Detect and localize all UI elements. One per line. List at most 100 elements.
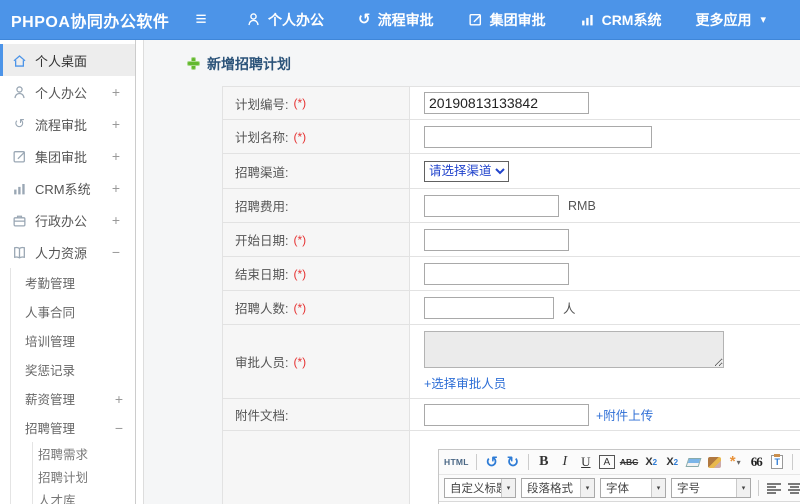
- end-date-input[interactable]: [424, 262, 569, 285]
- sidebar-item-salary[interactable]: 薪资管理 +: [11, 384, 135, 413]
- book-icon: [11, 245, 28, 260]
- chevron-down-icon[interactable]: ▾: [580, 479, 594, 497]
- field-label: 开始日期:: [235, 234, 289, 248]
- form-row-plan-name: 计划名称: (*): [223, 120, 800, 154]
- italic-button[interactable]: I: [557, 453, 573, 471]
- nav-more-apps[interactable]: 更多应用 ▾: [695, 10, 766, 30]
- nav-label: 个人办公: [268, 11, 324, 28]
- expand-plus-icon[interactable]: +: [112, 85, 120, 99]
- attachment-upload-link[interactable]: +附件上传: [596, 405, 653, 424]
- cost-unit-label: RMB: [568, 198, 596, 213]
- sidebar-item-label: CRM系统: [35, 181, 91, 197]
- sidebar-item-training[interactable]: 培训管理: [11, 326, 135, 355]
- edit-square-icon: [468, 12, 483, 27]
- sidebar-item-recruit-need[interactable]: 招聘需求: [33, 442, 135, 465]
- editor-toolbar-row2: 自定义标题 ▾ 段落格式 ▾ 字体 ▾: [439, 475, 800, 502]
- chevron-down-icon[interactable]: ▾: [501, 479, 515, 497]
- font-family-select[interactable]: 字体 ▾: [600, 478, 666, 498]
- recruit-submenu: 招聘需求 招聘计划 人才库: [32, 442, 135, 504]
- expand-plus-icon[interactable]: +: [112, 117, 120, 131]
- heading-style-select[interactable]: 自定义标题 ▾: [444, 478, 516, 498]
- start-date-input[interactable]: [424, 228, 569, 251]
- field-label: 招聘人数:: [235, 302, 289, 316]
- expand-plus-icon[interactable]: +: [112, 149, 120, 163]
- required-mark: (*): [293, 129, 307, 144]
- cost-input[interactable]: [424, 194, 559, 217]
- sidebar-item-talent-pool[interactable]: 人才库: [33, 488, 135, 504]
- expand-plus-icon[interactable]: +: [115, 392, 123, 406]
- sidebar-item-crm[interactable]: CRM系统 +: [0, 172, 135, 204]
- channel-select[interactable]: 请选择渠道: [424, 160, 509, 182]
- expand-plus-icon[interactable]: +: [112, 181, 120, 195]
- font-size-select[interactable]: 字号 ▾: [671, 478, 751, 498]
- bar-chart-icon: [580, 12, 595, 27]
- sidebar-scrollbar[interactable]: [136, 40, 144, 504]
- field-label: 结束日期:: [235, 268, 289, 282]
- required-mark: (*): [293, 232, 307, 247]
- sidebar-item-hr[interactable]: 人力资源 −: [0, 236, 135, 268]
- form-row-start-date: 开始日期: (*): [223, 223, 800, 257]
- field-label: 招聘费用:: [235, 200, 289, 214]
- nav-group-approval[interactable]: 集团审批: [468, 10, 546, 30]
- user-icon: [11, 85, 28, 100]
- eraser-icon[interactable]: [685, 453, 702, 471]
- bold-button[interactable]: B: [536, 453, 552, 471]
- align-center-icon[interactable]: [787, 479, 800, 497]
- collapse-minus-icon[interactable]: −: [112, 245, 120, 259]
- plan-no-input[interactable]: [424, 92, 589, 114]
- sidebar-item-admin-office[interactable]: 行政办公 +: [0, 204, 135, 236]
- nav-personal-office[interactable]: 个人办公: [246, 10, 324, 30]
- paragraph-format-select[interactable]: 段落格式 ▾: [521, 478, 595, 498]
- plan-name-input[interactable]: [424, 125, 652, 148]
- blockquote-button[interactable]: 66: [748, 453, 764, 471]
- sidebar-item-personal-office[interactable]: 个人办公 +: [0, 76, 135, 108]
- approver-textarea[interactable]: [424, 331, 724, 368]
- sidebar-item-recruit-mgmt[interactable]: 招聘管理 −: [11, 413, 135, 442]
- sidebar-item-rewards[interactable]: 奖惩记录: [11, 355, 135, 384]
- form-row-channel: 招聘渠道: 请选择渠道: [223, 154, 800, 189]
- select-approver-link[interactable]: +选择审批人员: [424, 373, 506, 392]
- form-row-plan-no: 计划编号: (*): [223, 87, 800, 120]
- chevron-down-icon[interactable]: ▾: [651, 479, 665, 497]
- attachment-input[interactable]: [424, 403, 589, 426]
- chevron-down-icon[interactable]: ▾: [736, 479, 750, 497]
- form-row-headcount: 招聘人数: (*) 人: [223, 291, 800, 325]
- sidebar-item-label: 奖惩记录: [25, 364, 76, 378]
- expand-plus-icon[interactable]: +: [112, 213, 120, 227]
- brush-icon[interactable]: [706, 453, 722, 471]
- sidebar-item-label: 招聘计划: [38, 471, 89, 485]
- sidebar-item-recruit-plan[interactable]: 招聘计划: [33, 465, 135, 488]
- underline-button[interactable]: U: [578, 453, 594, 471]
- sidebar-item-process-approval[interactable]: ↺ 流程审批 +: [0, 108, 135, 140]
- subscript-button[interactable]: X2: [664, 453, 680, 471]
- app-logo: PHPOA协同办公软件: [11, 13, 170, 31]
- sidebar-item-group-approval[interactable]: 集团审批 +: [0, 140, 135, 172]
- strikethrough-button[interactable]: ABC: [620, 453, 638, 471]
- nav-process-approval[interactable]: ↺ 流程审批: [358, 10, 434, 30]
- collapse-minus-icon[interactable]: −: [115, 421, 123, 435]
- sidebar-item-label: 人力资源: [35, 245, 88, 261]
- html-source-button[interactable]: HTML: [444, 453, 469, 471]
- undo-icon[interactable]: ↺: [484, 453, 500, 471]
- format-painter-icon[interactable]: * ▾: [727, 453, 743, 471]
- form-row-editor: HTML ↺ ↻ B I U A ABC X2 X 2 * ▾ 66 T 自定义…: [223, 431, 800, 504]
- headcount-input[interactable]: [424, 296, 554, 319]
- process-icon: ↺: [14, 116, 25, 131]
- sidebar-item-desktop[interactable]: 个人桌面: [0, 44, 135, 76]
- redo-icon[interactable]: ↻: [505, 453, 521, 471]
- align-left-icon[interactable]: [766, 479, 782, 497]
- paste-icon[interactable]: T: [769, 453, 785, 471]
- editor-toolbar-row1: HTML ↺ ↻ B I U A ABC X2 X 2 * ▾ 66 T: [439, 450, 800, 475]
- home-icon: [11, 53, 28, 68]
- nav-crm-system[interactable]: CRM系统: [580, 10, 661, 30]
- bar-chart-icon: [11, 181, 28, 196]
- hamburger-menu-icon[interactable]: ≡: [188, 10, 214, 29]
- sidebar-item-attendance[interactable]: 考勤管理: [11, 268, 135, 297]
- required-mark: (*): [293, 266, 307, 281]
- sidebar-item-hr-contract[interactable]: 人事合同: [11, 297, 135, 326]
- nav-label: 集团审批: [489, 11, 546, 28]
- briefcase-icon: [11, 213, 28, 228]
- sidebar-item-label: 人才库: [38, 494, 76, 504]
- superscript-button[interactable]: X2: [643, 453, 659, 471]
- font-style-button[interactable]: A: [598, 455, 615, 469]
